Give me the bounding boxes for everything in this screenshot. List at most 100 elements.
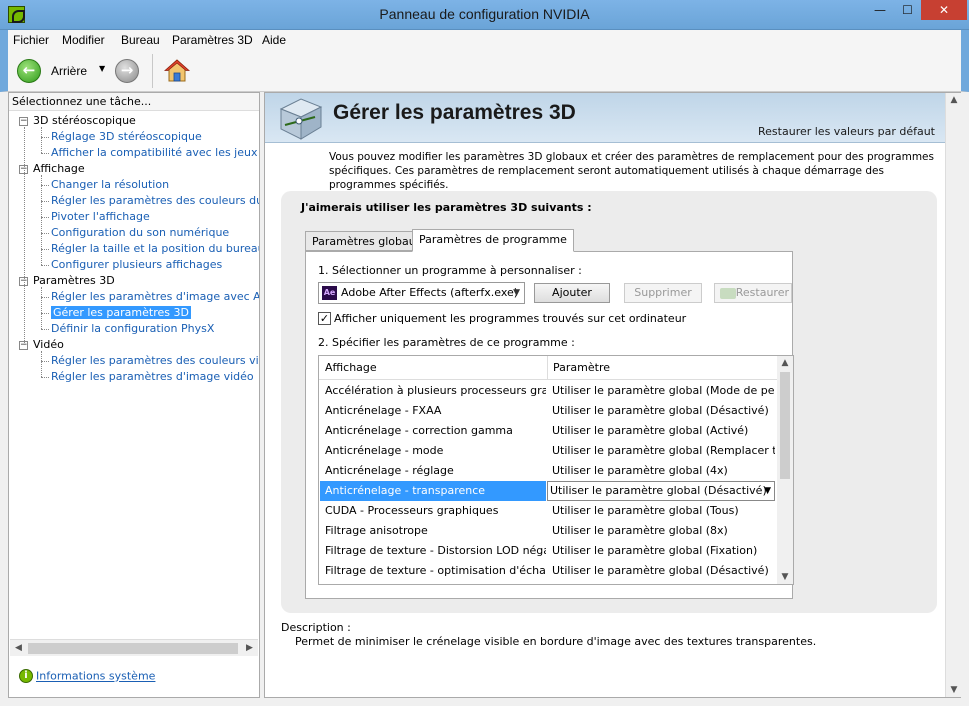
menu-parametres-3d[interactable]: Paramètres 3D [172,33,253,47]
tree-item-label: Changer la résolution [51,178,170,191]
tree-item[interactable]: Gérer les paramètres 3D [51,305,191,321]
back-button[interactable]: ← [17,59,41,83]
grid-row[interactable]: CUDA - Processeurs graphiques Utiliser le… [319,501,777,521]
grid-row[interactable]: Anticrénelage - correction gamma Utiliser… [319,421,777,441]
collapse-icon[interactable]: − [19,117,28,126]
minimize-button[interactable]: — [866,0,894,20]
grid-vertical-scrollbar[interactable]: ▲ ▼ [777,356,793,584]
grid-row[interactable]: Anticrénelage - FXAA Utiliser le paramètr… [319,401,777,421]
grid-cell-feature[interactable]: Accélération à plusieurs processeurs gra… [320,381,546,401]
forward-button[interactable]: → [115,59,139,83]
menu-modifier[interactable]: Modifier [62,33,105,47]
title-bar: Panneau de configuration NVIDIA — ☐ ✕ [0,0,969,30]
home-icon[interactable] [164,58,190,84]
grid-row[interactable]: Anticrénelage - réglage Utiliser le param… [319,461,777,481]
back-history-dropdown-icon[interactable]: ▼ [99,64,105,73]
grid-cell-setting[interactable]: Utiliser le paramètre global (Remplacer … [547,441,775,461]
tree-item[interactable]: Changer la résolution [51,177,169,193]
grid-cell-setting[interactable]: Utiliser le paramètre global (Désactivé) [547,561,775,581]
grid-cell-feature[interactable]: Anticrénelage - réglage [320,461,546,481]
restore-button[interactable]: Restaurer [714,283,792,303]
tree-item[interactable]: Régler les paramètres d'image avec Aperç… [51,289,259,305]
grid-cell-setting[interactable]: Utiliser le paramètre global (4x) [547,461,775,481]
grid-row[interactable]: Filtrage de texture - optimisation d'éch… [319,561,777,581]
maximize-button[interactable]: ☐ [894,0,921,20]
tab-program-settings[interactable]: Paramètres de programme [412,229,574,252]
tab-global-settings[interactable]: Paramètres globaux [305,231,430,251]
grid-cell-setting[interactable]: Utiliser le paramètre global (Activé) [547,421,775,441]
grid-cell-setting[interactable]: Utiliser le paramètre global (Fixation) [547,541,775,561]
tree-item[interactable]: Configurer plusieurs affichages [51,257,222,273]
menu-fichier[interactable]: Fichier [13,33,49,47]
grid-header-feature[interactable]: Affichage [325,361,377,374]
grid-cell-feature[interactable]: Filtrage de texture - Distorsion LOD nég… [320,541,546,561]
remove-button[interactable]: Supprimer [624,283,702,303]
restore-button-label: Restaurer [735,286,789,299]
grid-cell-feature[interactable]: Anticrénelage - mode [320,441,546,461]
tree-horizontal-scrollbar[interactable]: ◀ ▶ [10,639,258,656]
program-select[interactable]: Ae Adobe After Effects (afterfx.exe) ▼ [318,282,525,304]
tree-item[interactable]: Régler la taille et la position du burea… [51,241,259,257]
tree-item[interactable]: Régler les paramètres des couleurs vidéo [51,353,259,369]
close-button[interactable]: ✕ [921,0,967,20]
tree-item-label: Régler la taille et la position du burea… [51,242,259,255]
grid-cell-feature[interactable]: Anticrénelage - correction gamma [320,421,546,441]
menu-aide[interactable]: Aide [262,33,286,47]
program-select-value: Adobe After Effects (afterfx.exe) [341,286,519,299]
grid-cell-feature[interactable]: Anticrénelage - transparence [320,481,546,501]
grid-cell-setting[interactable]: Utiliser le paramètre global (8x) [547,521,775,541]
grid-row[interactable]: Accélération à plusieurs processeurs gra… [319,381,777,401]
scroll-thumb[interactable] [28,643,238,654]
scroll-up-icon[interactable]: ▲ [946,95,962,105]
grid-cell-feature[interactable]: Filtrage de texture - optimisation d'éch… [320,561,546,581]
show-found-programs-label[interactable]: Afficher uniquement les programmes trouv… [334,312,686,325]
grid-cell-setting[interactable]: Utiliser le paramètre global (Désactivé) [547,401,775,421]
grid-row[interactable]: Filtrage anisotrope Utiliser le paramètre… [319,521,777,541]
chevron-down-icon[interactable]: ▼ [764,482,771,500]
tree-item[interactable]: Régler les paramètres des couleurs du bu… [51,193,259,209]
restore-defaults-link[interactable]: Restaurer les valeurs par défaut [758,125,935,138]
tree-item[interactable]: Pivoter l'affichage [51,209,150,225]
grid-cell-setting-value: Utiliser le paramètre global (Fixation) [552,544,758,557]
back-label[interactable]: Arrière [51,64,87,78]
scroll-right-icon[interactable]: ▶ [241,640,258,657]
tree-item-label: Configurer plusieurs affichages [51,258,223,271]
grid-cell-feature[interactable]: CUDA - Processeurs graphiques [320,501,546,521]
tree-category[interactable]: 3D stéréoscopique [33,113,136,129]
tree-guide [41,127,42,153]
chevron-down-icon: ▼ [513,288,520,298]
grid-scroll-up-icon[interactable]: ▲ [777,358,793,368]
tree-category[interactable]: Vidéo [33,337,64,353]
grid-row[interactable]: Anticrénelage - mode Utiliser le paramètr… [319,441,777,461]
column-separator[interactable] [547,356,548,380]
step2-label: 2. Spécifier les paramètres de ce progra… [318,336,575,349]
tree-item[interactable]: Régler les paramètres d'image vidéo [51,369,254,385]
grid-cell-feature[interactable]: Anticrénelage - FXAA [320,401,546,421]
grid-row[interactable]: Filtrage de texture - Distorsion LOD nég… [319,541,777,561]
main-vertical-scrollbar[interactable]: ▲ ▼ [945,93,961,697]
tree-category[interactable]: Paramètres 3D [33,273,115,289]
grid-scroll-thumb[interactable] [780,372,790,479]
menu-bureau[interactable]: Bureau [121,33,160,47]
grid-row[interactable]: Anticrénelage - transparence Utiliser le … [319,481,777,501]
grid-scroll-down-icon[interactable]: ▼ [777,572,793,582]
menu-bar: Fichier Modifier Bureau Paramètres 3D Ai… [0,30,969,50]
grid-cell-feature[interactable]: Filtrage anisotrope [320,521,546,541]
grid-header-setting[interactable]: Paramètre [553,361,610,374]
tree-item[interactable]: Afficher la compatibilité avec les jeux [51,145,258,161]
system-info-link[interactable]: Informations système [36,670,155,683]
tree-item[interactable]: Définir la configuration PhysX [51,321,214,337]
grid-cell-setting[interactable]: Utiliser le paramètre global (Mode de pe… [547,381,775,401]
scroll-down-icon[interactable]: ▼ [946,685,962,695]
show-found-programs-checkbox[interactable]: ✓ [318,312,331,325]
grid-cell-setting-dropdown[interactable]: Utiliser le paramètre global (Désactivé)… [547,481,775,501]
tree-item-label: Pivoter l'affichage [51,210,150,223]
grid-cell-setting[interactable]: Utiliser le paramètre global (Tous) [547,501,775,521]
tree-connector [41,265,49,266]
tree-item[interactable]: Configuration du son numérique [51,225,229,241]
grid-cell-setting-value: Utiliser le paramètre global (Remplacer … [552,444,775,457]
add-button[interactable]: Ajouter [534,283,610,303]
scroll-left-icon[interactable]: ◀ [10,640,27,657]
tree-item[interactable]: Réglage 3D stéréoscopique [51,129,202,145]
tree-item-label: Vidéo [33,338,64,351]
